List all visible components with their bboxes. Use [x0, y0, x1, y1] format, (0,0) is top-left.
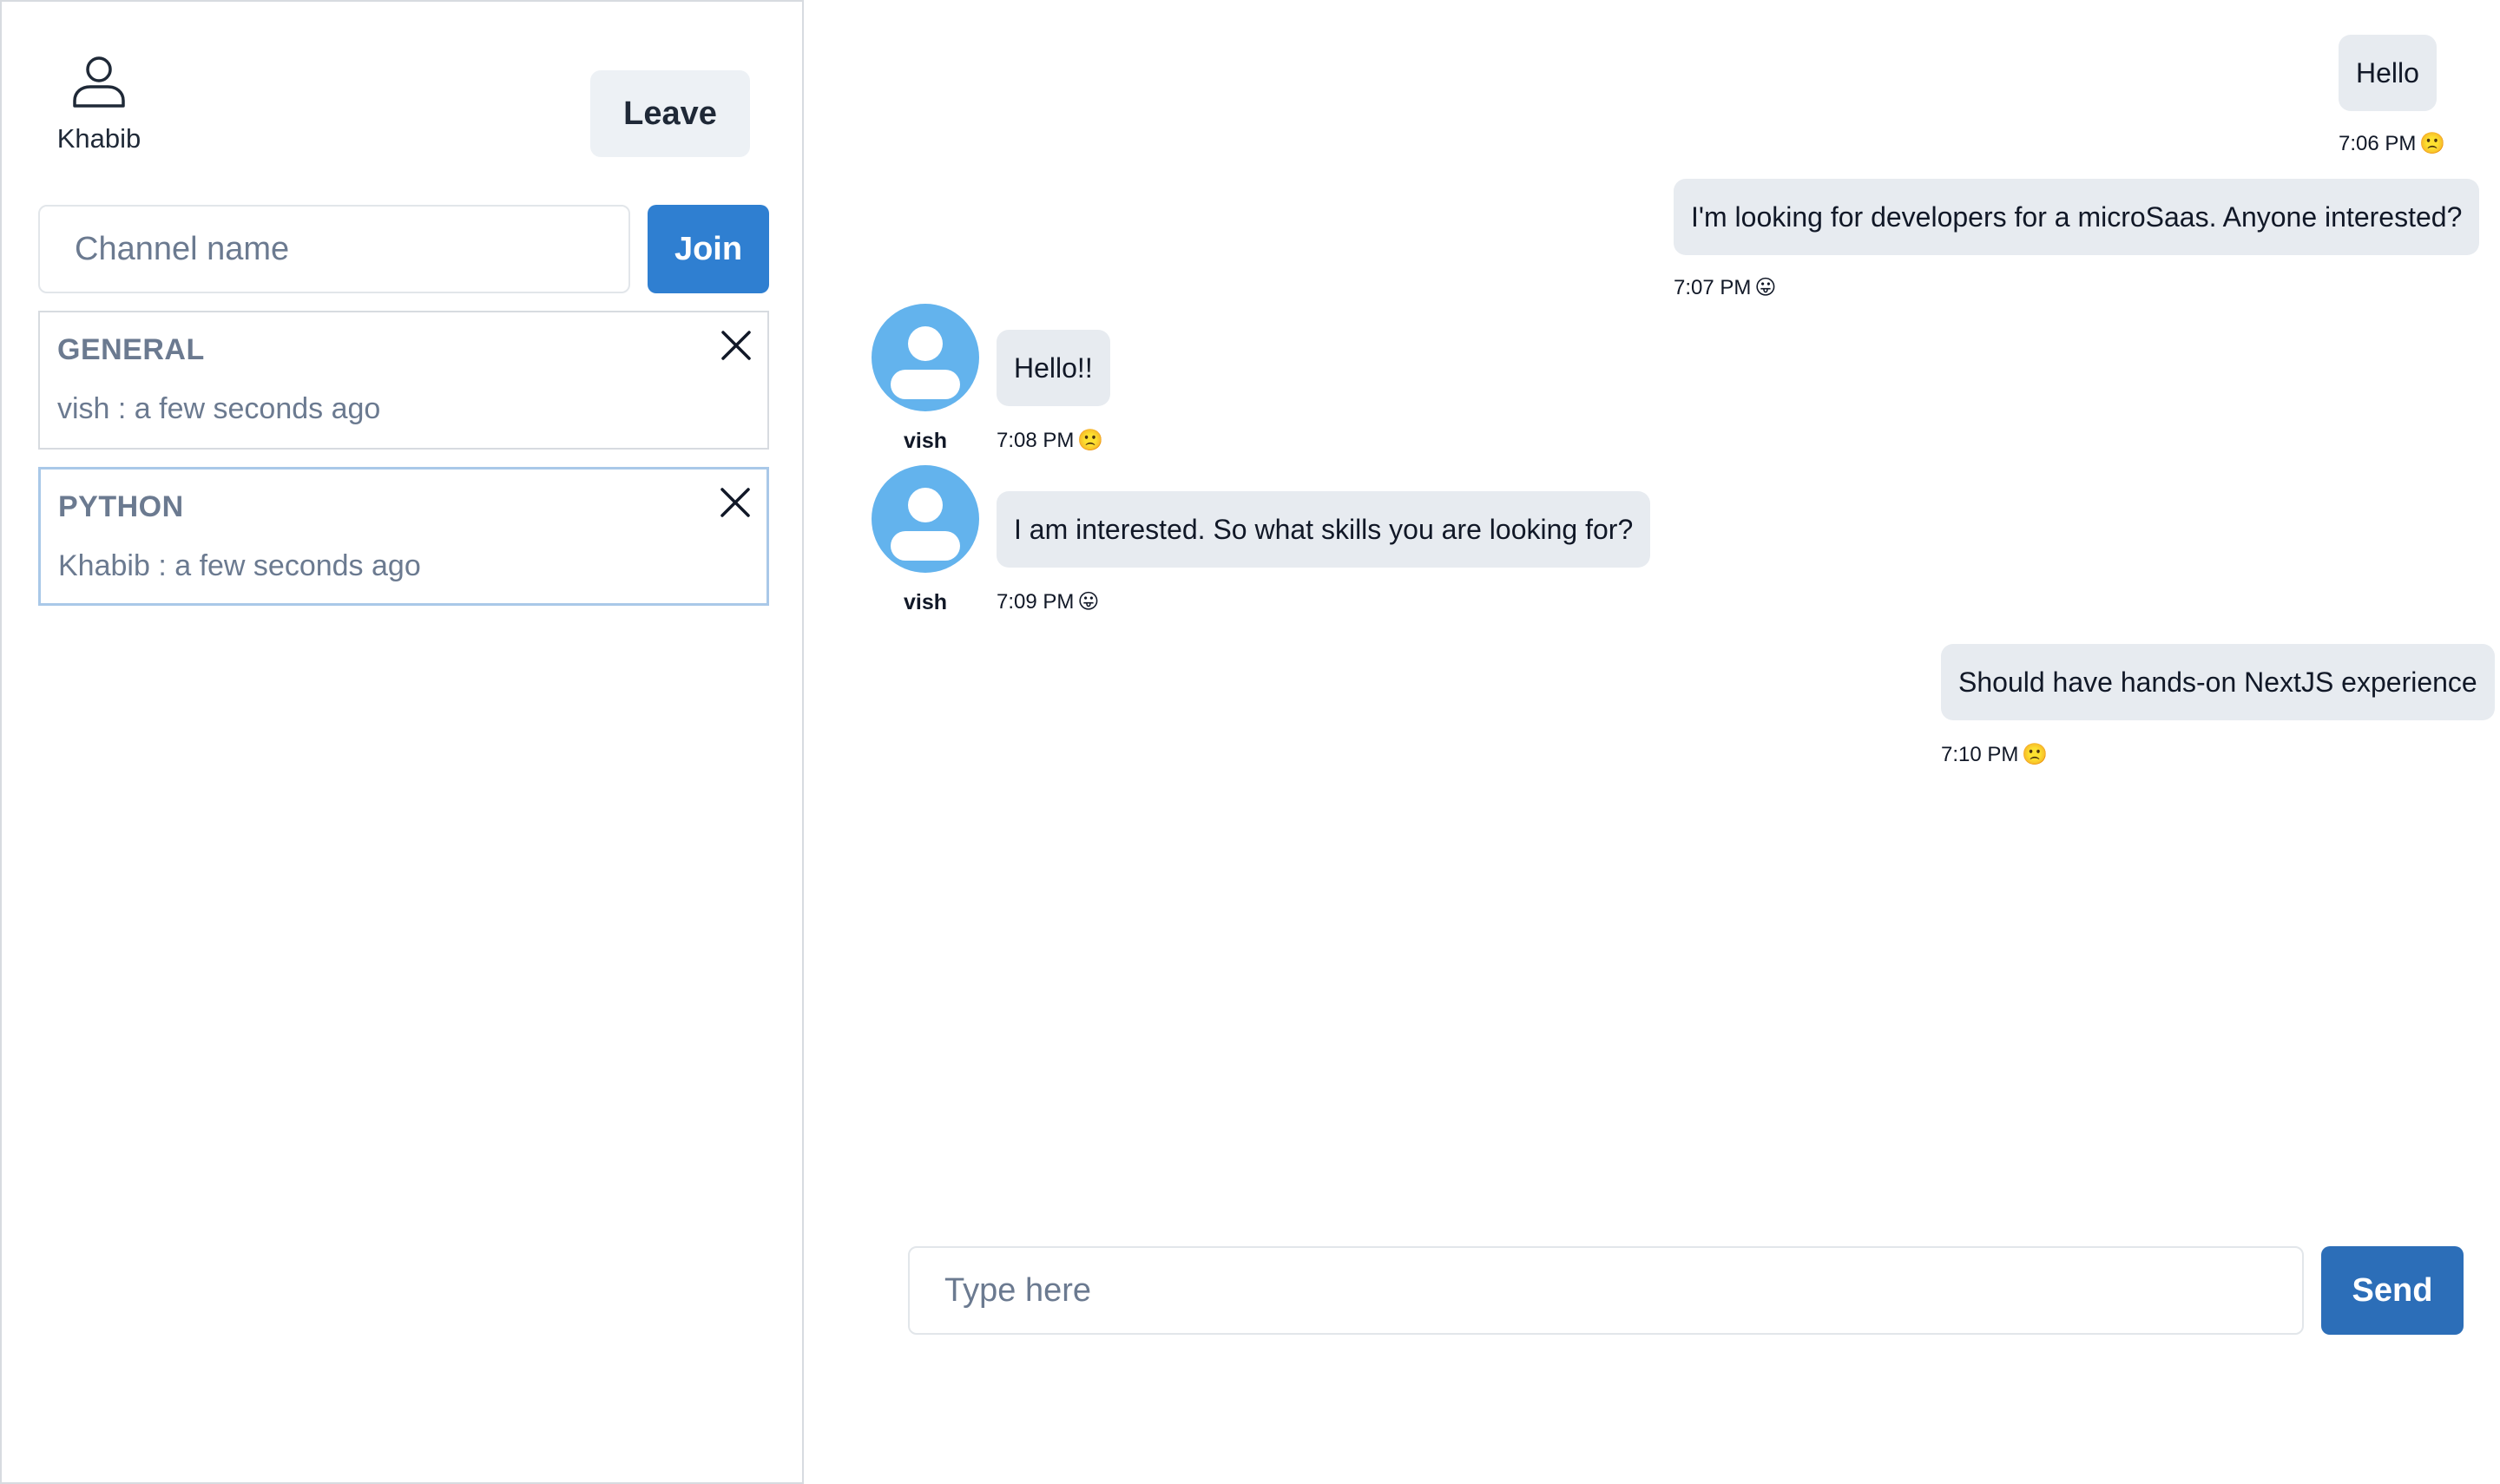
user-icon [73, 56, 125, 108]
sender-name: vish [903, 590, 948, 614]
message-bubble-other: I am interested. So what skills you are … [997, 491, 1651, 568]
emoji-reaction-icon[interactable]: 🙁 [2419, 134, 2445, 154]
sender-name: vish [903, 429, 948, 453]
avatar-icon [872, 304, 979, 411]
message-input[interactable] [908, 1246, 2304, 1335]
chat-app: Khabib Leave Join GENERAL vish : a few s… [0, 0, 2500, 1484]
channel-name-input[interactable] [38, 205, 630, 293]
channel-name: GENERAL [57, 333, 205, 366]
message-time: 7:10 PM [1941, 743, 2019, 766]
message-meta: 7:08 PM 🙁 [997, 429, 1103, 453]
emoji-reaction-icon[interactable]: 🙁 [1077, 430, 1103, 451]
message-time: 7:06 PM [2339, 132, 2417, 155]
message-meta: 7:10 PM 🙁 [1941, 743, 2048, 767]
channel-last-message: vish : a few seconds ago [57, 392, 381, 425]
emoji-reaction-icon[interactable]: 🙁 [2022, 745, 2048, 765]
leave-button[interactable]: Leave [590, 70, 750, 157]
message-bubble-self: I'm looking for developers for a microSa… [1674, 179, 2480, 255]
channel-item-python[interactable]: PYTHON Khabib : a few seconds ago [38, 467, 769, 606]
channel-item-general[interactable]: GENERAL vish : a few seconds ago [38, 311, 769, 450]
user-profile[interactable]: Khabib [45, 52, 153, 154]
message-meta: 7:09 PM 😛 [997, 590, 1099, 614]
emoji-reaction-icon[interactable]: 😛 [1077, 592, 1099, 613]
join-button[interactable]: Join [648, 205, 769, 293]
avatar-icon [872, 465, 979, 573]
message-bubble-self: Hello [2339, 35, 2437, 111]
sidebar: Khabib Leave Join GENERAL vish : a few s… [0, 0, 804, 1484]
message-bubble-self: Should have hands-on NextJS experience [1941, 644, 2495, 720]
channel-last-message: Khabib : a few seconds ago [58, 549, 421, 582]
message-time: 7:09 PM [997, 590, 1075, 614]
channel-name: PYTHON [58, 490, 184, 523]
message-time: 7:07 PM [1674, 276, 1752, 299]
close-icon[interactable] [718, 485, 753, 520]
message-time: 7:08 PM [997, 429, 1075, 452]
close-icon[interactable] [719, 328, 753, 363]
emoji-reaction-icon[interactable]: 😛 [1754, 278, 1776, 299]
message-bubble-other: Hello!! [997, 330, 1110, 406]
message-meta: 7:06 PM 🙁 [2339, 132, 2445, 156]
send-button[interactable]: Send [2321, 1246, 2464, 1335]
message-meta: 7:07 PM 😛 [1674, 276, 1776, 300]
user-name: Khabib [56, 123, 141, 154]
